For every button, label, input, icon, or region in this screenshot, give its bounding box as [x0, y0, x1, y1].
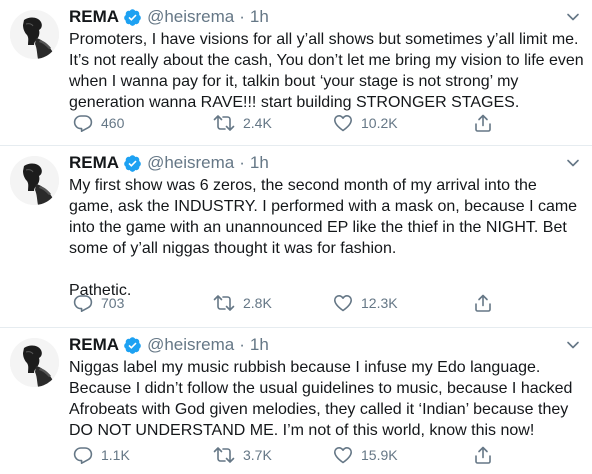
avatar-photo: [10, 10, 59, 59]
author-name[interactable]: REMA: [69, 7, 119, 27]
tweet-text: Niggas label my music rubbish because I …: [69, 359, 573, 439]
separator-dot: ·: [239, 7, 245, 26]
like-button[interactable]: 10.2K: [333, 112, 398, 134]
author-handle[interactable]: @heisrema: [147, 153, 234, 173]
tweet-time[interactable]: 1h: [250, 335, 269, 355]
chevron-down-icon[interactable]: [566, 10, 580, 24]
author-handle[interactable]: @heisrema: [147, 7, 234, 27]
reply-button[interactable]: 703: [73, 292, 124, 314]
share-icon: [473, 293, 493, 313]
verified-badge-icon: [123, 336, 142, 355]
retweet-count: 2.8K: [243, 295, 272, 311]
like-button[interactable]: 12.3K: [333, 292, 398, 314]
retweet-button[interactable]: 2.4K: [213, 112, 272, 134]
tweet[interactable]: REMA @heisrema · 1h Promoters, I have vi…: [0, 0, 592, 146]
separator-dot: ·: [239, 335, 245, 354]
share-button[interactable]: [473, 292, 493, 314]
author-name[interactable]: REMA: [69, 335, 119, 355]
share-icon: [473, 113, 493, 133]
retweet-icon: [213, 113, 235, 133]
retweet-count: 2.4K: [243, 115, 272, 131]
share-button[interactable]: [473, 112, 493, 134]
tweet-header: REMA @heisrema · 1h: [69, 6, 269, 28]
tweet-text: My first show was 6 zeros, the second mo…: [69, 177, 578, 299]
retweet-button[interactable]: 2.8K: [213, 292, 272, 314]
reply-icon: [73, 293, 93, 313]
author-handle[interactable]: @heisrema: [147, 335, 234, 355]
tweet-time[interactable]: 1h: [250, 7, 269, 27]
tweet-header: REMA @heisrema · 1h: [69, 152, 269, 174]
avatar-photo: [10, 338, 59, 387]
verified-badge-icon: [123, 154, 142, 173]
tweet-actions: 1.1K 3.7K 15.9K: [73, 444, 533, 466]
like-count: 12.3K: [361, 295, 398, 311]
reply-count: 1.1K: [101, 447, 130, 463]
reply-button[interactable]: 1.1K: [73, 444, 130, 466]
retweet-button[interactable]: 3.7K: [213, 444, 272, 466]
tweet-actions: 460 2.4K 10.2K: [73, 112, 533, 134]
tweet-actions: 703 2.8K 12.3K: [73, 292, 533, 314]
reply-icon: [73, 113, 93, 133]
retweet-icon: [213, 445, 235, 465]
like-icon: [333, 445, 353, 465]
retweet-icon: [213, 293, 235, 313]
reply-count: 703: [101, 295, 125, 311]
retweet-count: 3.7K: [243, 447, 272, 463]
avatar-photo: [10, 156, 59, 205]
chevron-down-icon[interactable]: [566, 338, 580, 352]
tweet-header: REMA @heisrema · 1h: [69, 334, 269, 356]
like-button[interactable]: 15.9K: [333, 444, 398, 466]
tweet-time[interactable]: 1h: [250, 153, 269, 173]
tweet[interactable]: REMA @heisrema · 1h My first show was 6 …: [0, 146, 592, 328]
reply-icon: [73, 445, 93, 465]
like-count: 15.9K: [361, 447, 398, 463]
tweet[interactable]: REMA @heisrema · 1h Niggas label my musi…: [0, 328, 592, 474]
avatar[interactable]: [10, 10, 59, 59]
avatar[interactable]: [10, 338, 59, 387]
verified-badge-icon: [123, 8, 142, 27]
tweet-text: Promoters, I have visions for all y’all …: [69, 31, 584, 111]
separator-dot: ·: [239, 153, 245, 172]
reply-button[interactable]: 460: [73, 112, 124, 134]
author-name[interactable]: REMA: [69, 153, 119, 173]
like-count: 10.2K: [361, 115, 398, 131]
like-icon: [333, 113, 353, 133]
avatar[interactable]: [10, 156, 59, 205]
share-button[interactable]: [473, 444, 493, 466]
reply-count: 460: [101, 115, 125, 131]
like-icon: [333, 293, 353, 313]
share-icon: [473, 445, 493, 465]
chevron-down-icon[interactable]: [566, 156, 580, 170]
